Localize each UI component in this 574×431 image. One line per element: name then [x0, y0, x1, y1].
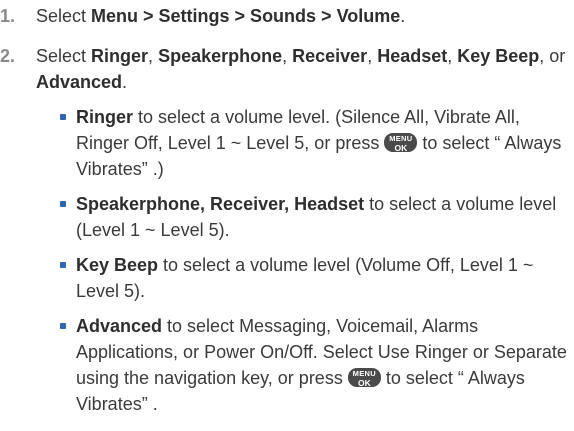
option-headset: Headset — [377, 46, 448, 66]
step-number: 1. — [0, 6, 16, 26]
separator: , — [148, 46, 159, 66]
sub-item-title: Key Beep — [76, 255, 159, 275]
bullet-marker — [60, 323, 66, 329]
bullet-marker — [60, 201, 66, 207]
key-label-bottom: OK — [357, 377, 371, 388]
separator: , — [282, 46, 293, 66]
separator: , or — [539, 46, 566, 66]
sub-item-ringer: Ringer to select a volume level. (Silenc… — [36, 104, 574, 182]
menu-ok-key-icon: MENU OK — [384, 132, 418, 153]
separator: , — [367, 46, 378, 66]
key-label-top: MENU — [352, 368, 376, 378]
bullet-marker — [60, 114, 66, 120]
option-key-beep: Key Beep — [457, 46, 540, 66]
step-text-post: . — [122, 72, 128, 92]
step-list: 1. Select Menu > Settings > Sounds > Vol… — [0, 3, 574, 417]
menu-ok-key-icon: MENU OK — [347, 367, 381, 388]
key-label-bottom: OK — [394, 142, 408, 153]
sub-item-key-beep: Key Beep to select a volume level (Volum… — [36, 252, 574, 304]
step-text-pre: Select — [36, 46, 92, 66]
option-receiver: Receiver — [292, 46, 368, 66]
option-speakerphone: Speakerphone — [158, 46, 283, 66]
step-2: 2. Select Ringer, Speakerphone, Receiver… — [0, 43, 574, 417]
menu-path: Menu > Settings > Sounds > Volume — [91, 6, 401, 26]
step-text: Select Menu > Settings > Sounds > Volume… — [36, 6, 405, 26]
instructions: 1. Select Menu > Settings > Sounds > Vol… — [0, 3, 574, 431]
sub-item-advanced: Advanced to select Messaging, Voicemail,… — [36, 313, 574, 417]
step-text: Select Ringer, Speakerphone, Receiver, H… — [36, 46, 565, 92]
step-1: 1. Select Menu > Settings > Sounds > Vol… — [0, 3, 574, 29]
step-text-post: . — [400, 6, 406, 26]
step-number: 2. — [0, 46, 16, 66]
option-advanced: Advanced — [36, 72, 123, 92]
sub-item-title: Speakerphone, Receiver, Headset — [76, 194, 365, 214]
sub-item-speakerphone-receiver-headset: Speakerphone, Receiver, Headset to selec… — [36, 191, 574, 243]
sub-item-title: Ringer — [76, 107, 134, 127]
separator: , — [447, 46, 458, 66]
option-ringer: Ringer — [91, 46, 149, 66]
key-label-top: MENU — [389, 133, 413, 143]
sub-item-title: Advanced — [76, 316, 163, 336]
bullet-marker — [60, 262, 66, 268]
sub-list: Ringer to select a volume level. (Silenc… — [36, 104, 574, 417]
step-text-pre: Select — [36, 6, 92, 26]
